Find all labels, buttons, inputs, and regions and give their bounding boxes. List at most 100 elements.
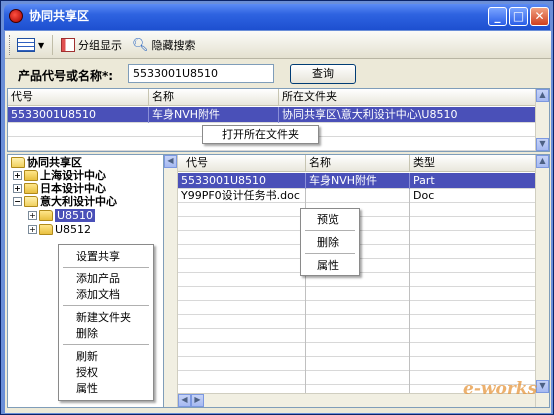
file-empty-cell	[178, 287, 306, 301]
file-empty-cell	[178, 357, 306, 371]
file-empty-cell	[306, 371, 410, 385]
add-product-menu-item[interactable]: 添加产品	[59, 271, 153, 286]
scroll-down-icon[interactable]: ▼	[536, 138, 549, 151]
file-empty-cell	[178, 329, 306, 343]
menu-separator	[63, 344, 149, 345]
menu-separator	[305, 230, 355, 231]
tree-node-label: U8510	[55, 209, 96, 222]
file-empty-cell	[178, 273, 306, 287]
properties-menu-item[interactable]: 属性	[301, 258, 359, 273]
file-row[interactable]: Y99PF0设计任务书.doc Doc	[178, 189, 549, 203]
delete-menu-item[interactable]: 删除	[301, 235, 359, 250]
file-empty-row	[178, 343, 536, 357]
file-list-left-scrollbar[interactable]: ◀	[164, 155, 178, 407]
file-empty-cell	[178, 301, 306, 315]
file-list-scrollbar[interactable]: ▲ ▼	[535, 155, 549, 407]
file-empty-cell	[306, 357, 410, 371]
file-empty-row	[178, 315, 536, 329]
file-empty-cell	[306, 343, 410, 357]
file-empty-row	[178, 301, 536, 315]
tree-node-japan[interactable]: + 日本设计中心	[13, 182, 106, 195]
file-cell-name	[306, 189, 410, 203]
file-empty-row	[178, 329, 536, 343]
add-document-menu-item[interactable]: 添加文档	[59, 287, 153, 302]
scroll-left-icon[interactable]: ◀	[164, 155, 177, 168]
results-row[interactable]: 5533001U8510 车身NVH附件 协同共享区\意大利设计中心\U8510	[8, 107, 549, 123]
tree-root[interactable]: 协同共享区	[11, 156, 82, 169]
results-col-name[interactable]: 名称	[149, 89, 279, 106]
scroll-right-icon[interactable]: ▶	[191, 394, 204, 407]
results-cell-name: 车身NVH附件	[149, 107, 279, 123]
file-list-header: 代号 名称 类型	[178, 155, 549, 172]
main-window: 协同共享区 _ □ ✕ ▼ 分组显示 🔍︎ 隐藏搜索 产品代号或名称*: 553…	[0, 0, 554, 415]
tree-node-u8510[interactable]: + U8510	[28, 209, 96, 222]
app-icon	[9, 9, 23, 23]
list-view-icon	[17, 38, 35, 52]
delete-menu-item[interactable]: 删除	[59, 326, 153, 341]
open-folder-menu-item[interactable]: 打开所在文件夹	[203, 127, 318, 142]
scroll-down-icon[interactable]: ▼	[536, 380, 549, 393]
tree-node-u8512[interactable]: + U8512	[28, 223, 91, 236]
menu-separator	[63, 267, 149, 268]
query-button[interactable]: 查询	[290, 64, 356, 84]
magnifier-icon: 🔍︎	[132, 37, 149, 53]
expand-icon[interactable]: +	[28, 211, 37, 220]
file-empty-cell	[178, 245, 306, 259]
grouped-display-button[interactable]: 分组显示	[61, 35, 122, 55]
file-empty-cell	[410, 301, 536, 315]
file-row[interactable]: 5533001U8510 车身NVH附件 Part	[178, 173, 549, 189]
tree-node-label: 日本设计中心	[40, 182, 106, 195]
file-empty-cell	[410, 315, 536, 329]
file-empty-cell	[410, 287, 536, 301]
collapse-icon[interactable]: −	[13, 197, 22, 206]
hide-search-label: 隐藏搜索	[151, 39, 196, 52]
set-share-menu-item[interactable]: 设置共享	[59, 249, 153, 264]
results-col-code[interactable]: 代号	[8, 89, 149, 106]
minimize-button[interactable]: _	[488, 7, 507, 26]
file-list: ◀ 代号 名称 类型 5533001U8510 车身NVH附件 Part Y99…	[163, 154, 550, 408]
tree-node-label: 意大利设计中心	[40, 195, 117, 208]
file-empty-cell	[178, 259, 306, 273]
results-col-folder[interactable]: 所在文件夹	[279, 89, 537, 106]
results-cell-code: 5533001U8510	[8, 107, 149, 123]
folder-icon	[24, 170, 38, 181]
results-context-menu: 打开所在文件夹	[202, 125, 319, 144]
properties-menu-item[interactable]: 属性	[59, 381, 153, 396]
refresh-menu-item[interactable]: 刷新	[59, 349, 153, 364]
authorize-menu-item[interactable]: 授权	[59, 365, 153, 380]
toolbar-grip[interactable]	[9, 35, 12, 55]
tree-node-shanghai[interactable]: + 上海设计中心	[13, 169, 106, 182]
scroll-up-icon[interactable]: ▲	[536, 89, 549, 102]
hide-search-button[interactable]: 🔍︎ 隐藏搜索	[132, 35, 196, 55]
file-empty-cell	[306, 301, 410, 315]
view-mode-button[interactable]: ▼	[17, 35, 44, 55]
file-empty-row	[178, 287, 536, 301]
book-icon	[61, 38, 75, 52]
expand-icon[interactable]: +	[13, 171, 22, 180]
expand-icon[interactable]: +	[28, 225, 37, 234]
tree-root-label: 协同共享区	[27, 156, 82, 169]
grouped-display-label: 分组显示	[78, 39, 122, 52]
tree-node-label: U8512	[55, 223, 92, 236]
file-col-name[interactable]: 名称	[306, 155, 410, 172]
search-input[interactable]: 5533001U8510	[128, 64, 274, 83]
file-cell-code: Y99PF0设计任务书.doc	[178, 189, 306, 203]
tree-node-italy[interactable]: − 意大利设计中心	[13, 195, 117, 208]
new-folder-menu-item[interactable]: 新建文件夹	[59, 310, 153, 325]
file-empty-cell	[178, 371, 306, 385]
menu-separator	[63, 305, 149, 306]
scroll-up-icon[interactable]: ▲	[536, 155, 549, 168]
scroll-left-icon[interactable]: ◀	[178, 394, 191, 407]
preview-menu-item[interactable]: 预览	[301, 212, 359, 227]
file-empty-cell	[178, 203, 306, 217]
expand-icon[interactable]: +	[13, 184, 22, 193]
file-col-code[interactable]: 代号	[178, 155, 306, 172]
file-cell-type: Part	[410, 173, 536, 189]
maximize-button[interactable]: □	[509, 7, 528, 26]
watermark-logo: e-works	[463, 379, 538, 399]
toolbar-divider	[52, 35, 53, 55]
file-col-type[interactable]: 类型	[410, 155, 536, 172]
file-empty-cell	[306, 329, 410, 343]
results-scrollbar[interactable]: ▲ ▼	[535, 89, 549, 151]
close-button[interactable]: ✕	[530, 7, 549, 26]
